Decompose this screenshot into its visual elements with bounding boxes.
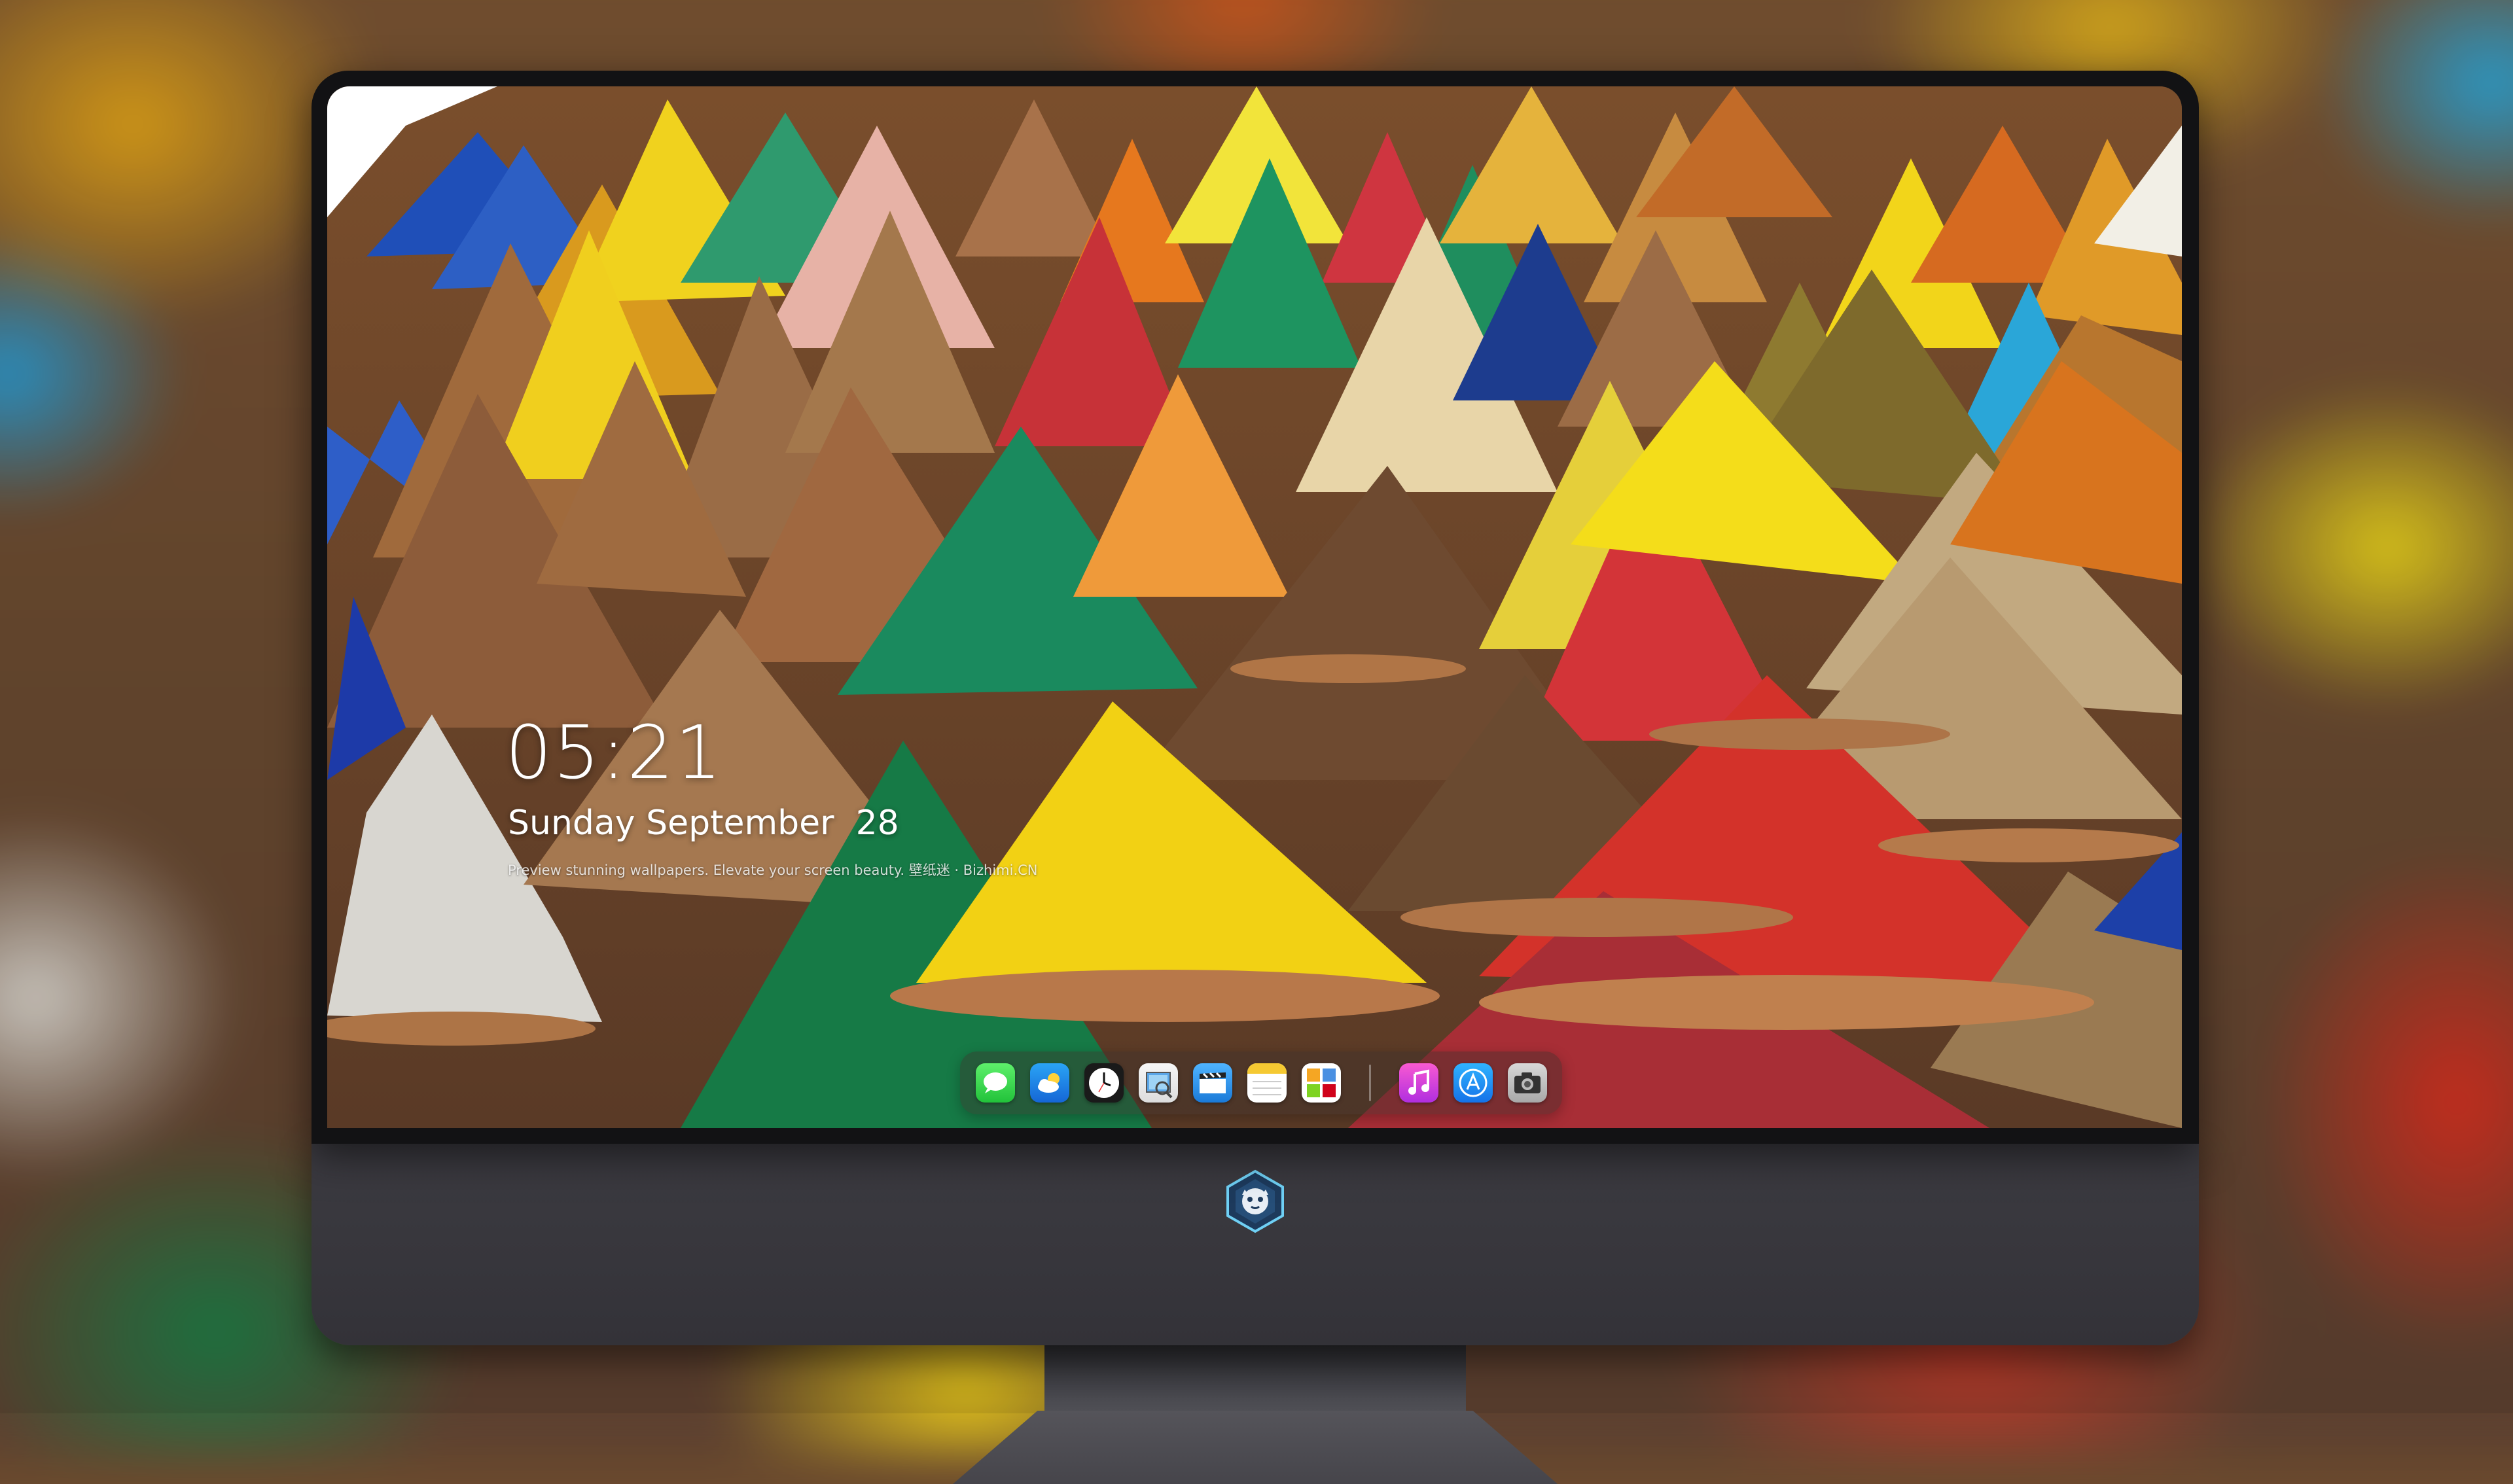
photo-booth-icon[interactable]: [1302, 1063, 1341, 1103]
lock-date: Sunday September 28: [508, 804, 899, 843]
monitor-stand-base: [953, 1411, 1558, 1484]
wallpaper-tagline: Preview stunning wallpapers. Elevate you…: [508, 862, 1038, 878]
notes-icon[interactable]: [1247, 1063, 1287, 1103]
clock-icon[interactable]: [1084, 1063, 1124, 1103]
wallpaper: [327, 86, 2182, 1128]
clips-icon[interactable]: [1193, 1063, 1232, 1103]
preview-icon[interactable]: [1139, 1063, 1178, 1103]
app-store-icon[interactable]: [1453, 1063, 1493, 1103]
camera-icon[interactable]: [1508, 1063, 1547, 1103]
chin-logo-icon: [1226, 1169, 1284, 1233]
dock-divider: [1369, 1065, 1371, 1101]
weather-icon[interactable]: [1030, 1063, 1069, 1103]
screen: 05:21 Sunday September 28 Preview stunni…: [327, 86, 2182, 1128]
messages-icon[interactable]: [976, 1063, 1015, 1103]
monitor-bezel: 05:21 Sunday September 28 Preview stunni…: [312, 71, 2199, 1144]
lock-clock: 05:21: [505, 711, 723, 796]
itunes-icon[interactable]: [1399, 1063, 1438, 1103]
monitor-chin: [312, 1136, 2199, 1345]
monitor: 05:21 Sunday September 28 Preview stunni…: [312, 71, 2199, 1484]
dock: [960, 1051, 1562, 1114]
